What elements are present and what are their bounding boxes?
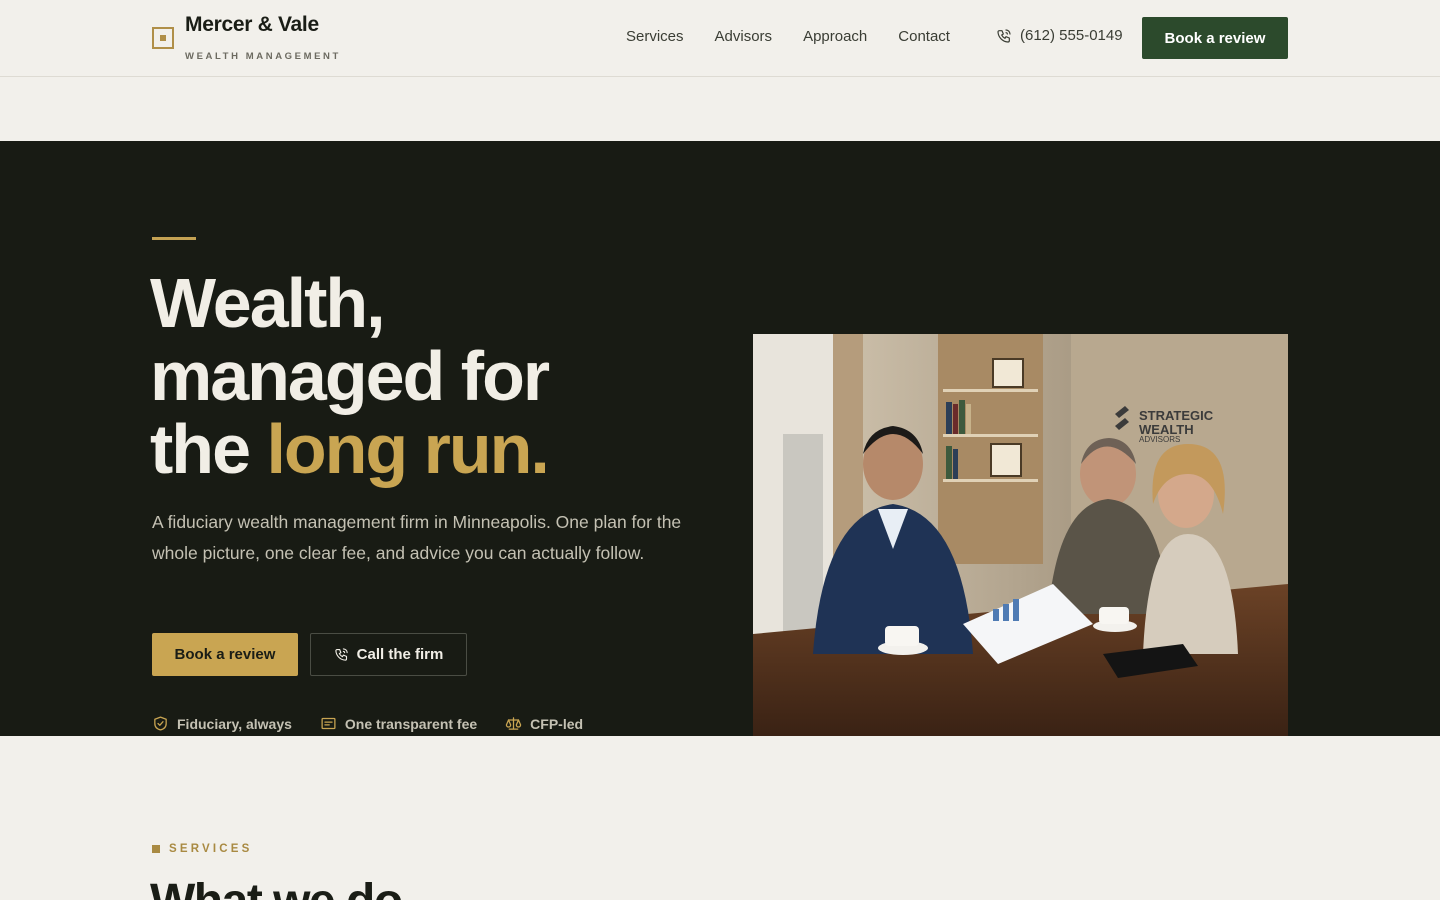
book-review-header-button[interactable]: Book a review — [1142, 17, 1288, 59]
badge-fiduciary: Fiduciary, always — [152, 715, 292, 732]
site-header: Mercer & Vale WEALTH MANAGEMENT Services… — [0, 0, 1440, 77]
hero-title-line-2: managed for — [150, 337, 550, 415]
hero-title-accent: long run. — [266, 410, 549, 488]
logo-icon[interactable] — [152, 27, 174, 49]
nav-link-approach[interactable]: Approach — [803, 28, 867, 45]
badge-fee: One transparent fee — [320, 715, 477, 732]
services-title: What we do — [150, 874, 403, 900]
brand-name[interactable]: Mercer & Vale — [185, 13, 319, 37]
shield-check-icon — [154, 716, 167, 731]
scales-icon — [505, 717, 522, 730]
square-icon — [152, 845, 160, 853]
nav-link-services[interactable]: Services — [626, 28, 684, 45]
nav-link-contact[interactable]: Contact — [898, 28, 950, 45]
hero-section: Wealth, managed for the long run. A fidu… — [0, 141, 1440, 736]
services-eyebrow: SERVICES — [152, 843, 253, 855]
advisor-meeting-photo: STRATEGIC WEALTH ADVISORS — [753, 334, 1288, 736]
call-firm-label: Call the firm — [356, 646, 444, 663]
book-review-button[interactable]: Book a review — [152, 633, 298, 676]
badge-cfp-label: CFP-led — [530, 715, 584, 732]
hero-description: A fiduciary wealth management firm in Mi… — [152, 512, 682, 563]
badge-cfp: CFP-led — [505, 715, 583, 732]
brand-tagline: WEALTH MANAGEMENT — [185, 51, 341, 62]
hero-accent-rule — [152, 237, 196, 240]
trust-badges: Fiduciary, always One transparent fee CF… — [152, 715, 583, 732]
phone-icon — [997, 28, 1011, 43]
photo-sign-text-3: ADVISORS — [1139, 435, 1180, 444]
nav-link-advisors[interactable]: Advisors — [715, 28, 773, 45]
badge-fee-label: One transparent fee — [344, 715, 478, 732]
hero-title: Wealth, managed for the long run. — [150, 267, 710, 486]
call-firm-button[interactable]: Call the firm — [310, 633, 467, 676]
hero-title-line-1: Wealth, — [150, 264, 386, 342]
receipt-icon — [321, 717, 336, 730]
hero-title-line-3: the — [150, 410, 267, 488]
badge-fiduciary-label: Fiduciary, always — [177, 715, 292, 732]
main-nav: Services Advisors Approach Contact — [626, 28, 981, 45]
photo-sign-text-1: STRATEGIC — [1139, 408, 1214, 423]
header-phone-link[interactable]: (612) 555-0149 — [996, 27, 1123, 44]
services-eyebrow-text: SERVICES — [169, 843, 253, 855]
phone-number: (612) 555-0149 — [1020, 27, 1123, 44]
phone-icon — [334, 648, 348, 661]
